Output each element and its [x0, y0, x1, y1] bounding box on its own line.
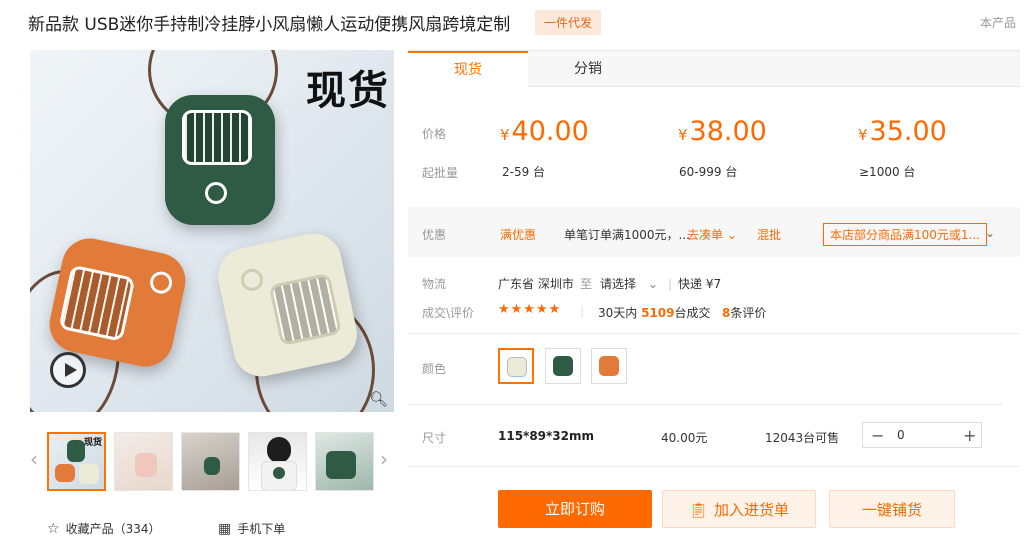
thumb-next-icon[interactable]: ›	[380, 447, 388, 471]
store-coupon[interactable]: 本店部分商品满100元或1...	[823, 223, 987, 246]
star-outline-icon: ☆	[47, 521, 60, 537]
tab-in-stock[interactable]: 现货	[408, 51, 528, 87]
sales-review-label: 成交\评价	[422, 306, 475, 320]
color-option-green[interactable]	[545, 348, 581, 384]
reviews-link[interactable]: 8条评价	[722, 304, 766, 321]
thumbnail[interactable]: 现货	[47, 432, 106, 491]
moq-label: 起批量	[422, 166, 459, 180]
ship-to-word: 至	[580, 277, 593, 291]
thumbnail-strip: 现货	[47, 432, 374, 491]
thumb-prev-icon[interactable]: ‹	[30, 447, 38, 471]
thumbnail[interactable]	[114, 432, 173, 491]
zoom-icon[interactable]: 🔍︎	[369, 390, 388, 408]
sales-suffix: 台成交	[674, 306, 711, 320]
clipboard-icon: 📋︎	[688, 501, 709, 519]
ship-from: 广东省 深圳市	[498, 277, 574, 291]
color-option-orange[interactable]	[591, 348, 627, 384]
promo-detail: 单笔订单满1000元，...	[564, 228, 690, 242]
thumb-stamp: 现货	[83, 438, 102, 448]
currency-symbol: ¥	[500, 126, 510, 144]
quantity-stepper: − 0 +	[862, 422, 982, 448]
color-option-white[interactable]	[498, 348, 534, 384]
divider	[408, 333, 1020, 334]
promo-label: 优惠	[422, 228, 447, 242]
size-price: 40.00元	[661, 431, 708, 445]
favorite-label: 收藏产品（334）	[65, 522, 161, 536]
mobile-order-button[interactable]: ▦ 手机下单	[218, 520, 285, 537]
add-to-cart-label: 加入进货单	[714, 501, 790, 519]
divider	[408, 404, 1003, 405]
in-stock-stamp: 现货	[306, 68, 390, 114]
mobile-order-label: 手机下单	[237, 522, 286, 536]
moq-tier-3: ≥1000 台	[859, 165, 916, 179]
product-title: 新品款 USB迷你手持制冷挂脖小风扇懒人运动便携风扇跨境定制	[28, 15, 511, 35]
add-to-cart-button[interactable]: 📋︎ 加入进货单	[662, 490, 816, 528]
stock-available: 12043台可售	[765, 431, 840, 445]
moq-tier-2: 60-999 台	[679, 165, 738, 179]
moq-tier-1: 2-59 台	[502, 165, 546, 179]
qr-code-icon: ▦	[218, 521, 232, 537]
thumbnail[interactable]	[315, 432, 374, 491]
quantity-input[interactable]: 0	[897, 428, 905, 442]
price-panel: 价格 起批量 ¥40.00 ¥38.00 ¥35.00 2-59 台 60-99…	[408, 88, 1020, 203]
favorite-button[interactable]: ☆ 收藏产品（334）	[47, 520, 160, 537]
buy-now-button[interactable]: 立即订购	[498, 490, 652, 528]
price-value: 35.00	[869, 116, 947, 147]
sales-summary: 30天内 5109台成交	[598, 304, 711, 321]
chevron-down-icon: ⌄	[647, 277, 658, 291]
price-tier-2: ¥38.00	[678, 116, 767, 147]
mixed-batch-link[interactable]: 混批	[757, 226, 781, 243]
increase-button[interactable]: +	[963, 426, 976, 445]
price-tier-1: ¥40.00	[500, 116, 589, 147]
rating-stars: ★★★★★	[498, 302, 562, 317]
currency-symbol: ¥	[678, 126, 688, 144]
sales-count: 5109	[641, 306, 675, 320]
add-more-link[interactable]: 去凑单 ⌄	[687, 226, 737, 243]
shipping-fee: | 快递 ¥7	[668, 277, 722, 291]
purchase-tabs: 现货 分销	[408, 50, 1020, 87]
main-product-image[interactable]: 现货 🔍︎	[30, 50, 394, 412]
price-value: 38.00	[689, 116, 767, 147]
price-tier-3: ¥35.00	[858, 116, 947, 147]
promotion-bar: 优惠 满优惠 单笔订单满1000元，... 去凑单 ⌄ 混批 本店部分商品满10…	[408, 207, 1020, 257]
color-label: 颜色	[422, 362, 447, 376]
tab-distribution[interactable]: 分销	[528, 51, 648, 87]
currency-symbol: ¥	[858, 126, 868, 144]
destination-select[interactable]: 请选择 ⌄	[600, 275, 658, 292]
one-click-distribute-button[interactable]: 一键铺货	[829, 490, 955, 528]
green-fan	[165, 95, 275, 225]
logistics-label: 物流	[422, 277, 447, 291]
size-value: 115*89*32mm	[498, 429, 595, 443]
thumbnail[interactable]	[248, 432, 307, 491]
play-video-icon[interactable]	[50, 352, 86, 388]
corner-note: 本产品	[980, 16, 1017, 30]
price-value: 40.00	[511, 116, 589, 147]
divider	[408, 466, 1020, 467]
promo-type: 满优惠	[500, 228, 537, 242]
thumbnail[interactable]	[181, 432, 240, 491]
price-label: 价格	[422, 127, 447, 141]
divider: |	[580, 304, 585, 318]
chevron-down-icon[interactable]: ⌄	[985, 226, 995, 240]
shipping-fee-value: 快递 ¥7	[678, 277, 722, 291]
dropship-badge: 一件代发	[535, 10, 602, 35]
decrease-button[interactable]: −	[871, 426, 884, 445]
reviews-suffix: 条评价	[730, 306, 767, 320]
sales-prefix: 30天内	[598, 306, 638, 320]
destination-value: 请选择	[600, 277, 637, 291]
size-label: 尺寸	[422, 431, 447, 445]
cream-fan	[212, 228, 363, 382]
